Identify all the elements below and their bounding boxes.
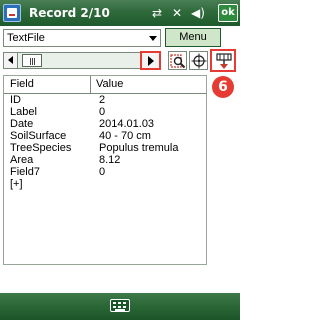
gps-record-button[interactable] [210, 49, 236, 72]
add-field-button[interactable]: [+] [10, 178, 23, 190]
chevron-down-icon[interactable] [149, 36, 157, 41]
connectivity-icon[interactable]: ⇄ [152, 5, 162, 21]
field-value-cell: 2 [99, 94, 106, 106]
field-value-cell: 40 - 70 cm [99, 130, 151, 142]
crosshair-icon [191, 53, 207, 69]
title-bar: Record 2/10 ⇄ ✕ ◀) ok [0, 0, 240, 26]
column-divider[interactable] [90, 76, 91, 93]
menu-button[interactable]: Menu [165, 28, 221, 47]
field-value-cell: 8.12 [99, 154, 121, 166]
field-name-cell: SoilSurface [10, 130, 67, 142]
field-value-cell: 0 [99, 166, 106, 178]
record-grid[interactable]: Field Value ID 2 Label 0 Date 2014.01.03… [3, 75, 207, 265]
window-title: Record 2/10 [29, 6, 110, 20]
zoom-record-button[interactable] [168, 51, 187, 70]
field-value-cell: Populus tremula [99, 142, 179, 154]
volume-icon[interactable]: ◀) [191, 5, 205, 21]
table-row[interactable]: TreeSpecies Populus tremula [4, 142, 206, 154]
record-scrollbar[interactable] [3, 52, 161, 69]
column-header-field[interactable]: Field [10, 77, 34, 92]
field-value-cell: 0 [99, 106, 106, 118]
field-name-cell: TreeSpecies [10, 142, 72, 154]
field-name-cell: Label [10, 106, 37, 118]
grid-header: Field Value [4, 76, 206, 94]
scroll-right-arrow-icon[interactable] [140, 51, 161, 70]
add-field-row[interactable]: [+] [4, 178, 206, 190]
column-header-value[interactable]: Value [96, 77, 123, 92]
scroll-thumb[interactable] [22, 54, 42, 67]
field-name-cell: Date [10, 118, 34, 130]
table-row[interactable]: ID 2 [4, 94, 206, 106]
dataset-combo-value: TextFile [7, 32, 45, 44]
zoom-record-icon [170, 54, 186, 69]
callout-badge: 6 [212, 76, 234, 98]
table-row[interactable]: SoilSurface 40 - 70 cm [4, 130, 206, 142]
ok-button[interactable]: ok [218, 4, 238, 22]
table-row[interactable]: Label 0 [4, 106, 206, 118]
keyboard-icon[interactable] [110, 299, 130, 312]
gps-record-icon [216, 53, 232, 69]
field-name-cell: ID [10, 94, 21, 106]
field-name-cell: Field7 [10, 166, 40, 178]
dataset-combo[interactable]: TextFile [3, 29, 161, 47]
field-value-cell: 2014.01.03 [99, 118, 155, 130]
signal-off-icon[interactable]: ✕ [172, 5, 182, 21]
field-name-cell: Area [10, 154, 34, 166]
bottom-bar [0, 293, 240, 320]
scroll-left-arrow-icon[interactable] [4, 53, 18, 68]
table-row[interactable]: Date 2014.01.03 [4, 118, 206, 130]
app-form-icon[interactable] [3, 4, 21, 22]
table-row[interactable]: Area 8.12 [4, 154, 206, 166]
locate-button[interactable] [189, 51, 208, 70]
table-row[interactable]: Field7 0 [4, 166, 206, 178]
